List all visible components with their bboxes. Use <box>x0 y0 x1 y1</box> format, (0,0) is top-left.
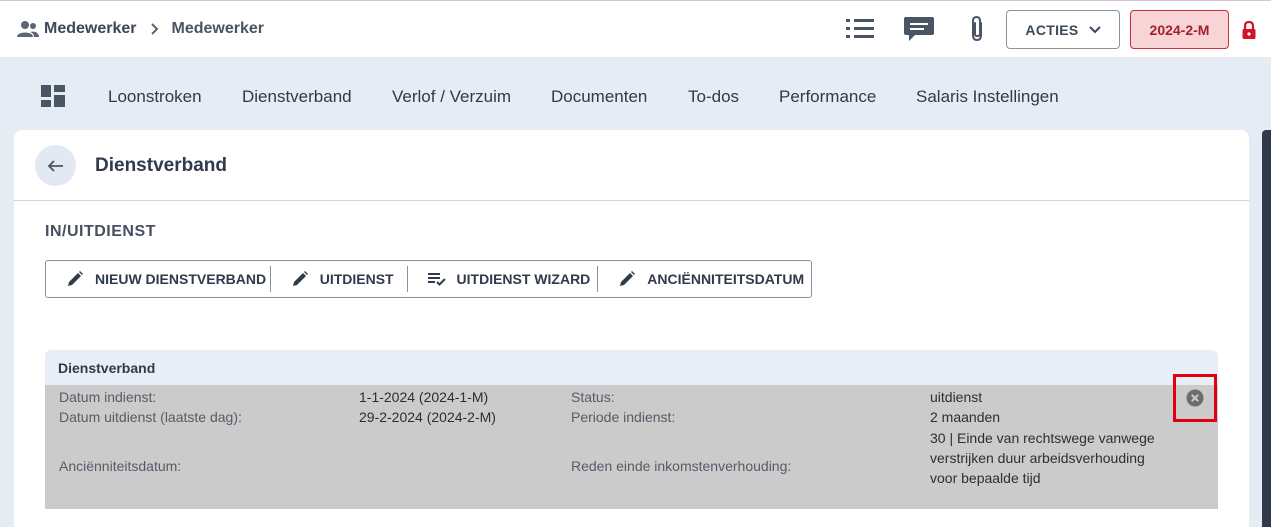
breadcrumb: Medewerker Medewerker <box>16 19 264 39</box>
datum-indienst-label: Datum indienst: <box>59 389 157 405</box>
tab-verlof-verzuim[interactable]: Verlof / Verzuim <box>392 87 511 107</box>
nieuw-dienstverband-button[interactable]: NIEUW DIENSTVERBAND <box>46 261 270 297</box>
anciennititeitsdatum-label: ANCIËNNITEITSDATUM <box>647 271 805 287</box>
nieuw-dienstverband-label: NIEUW DIENSTVERBAND <box>95 271 267 287</box>
uitdienst-wizard-button[interactable]: UITDIENST WIZARD <box>408 261 598 297</box>
uitdienst-label: UITDIENST <box>319 271 394 287</box>
dashboard-icon[interactable] <box>41 85 65 107</box>
chat-icon[interactable] <box>903 15 935 43</box>
remove-circle-icon[interactable] <box>1186 389 1204 407</box>
chevron-down-icon <box>1088 25 1101 33</box>
reden-einde-label: Reden einde inkomstenverhouding: <box>571 458 792 474</box>
panel-header: Dienstverband <box>45 350 1218 385</box>
action-button-group: NIEUW DIENSTVERBAND UITDIENST UITDIENST … <box>45 260 812 298</box>
content-card: Dienstverband IN/UITDIENST NIEUW DIENSTV… <box>14 130 1249 527</box>
divider <box>14 200 1249 201</box>
tab-dienstverband[interactable]: Dienstverband <box>242 87 352 107</box>
tab-loonstroken[interactable]: Loonstroken <box>108 87 202 107</box>
remove-highlight-box[interactable] <box>1173 374 1217 422</box>
scrollbar[interactable] <box>1262 130 1271 527</box>
tab-documenten[interactable]: Documenten <box>551 87 647 107</box>
tab-bar: Loonstroken Dienstverband Verlof / Verzu… <box>0 57 1271 130</box>
periode-indienst-label: Periode indienst: <box>571 409 676 425</box>
arrow-left-icon <box>47 159 63 172</box>
pencil-icon <box>292 271 308 286</box>
anciennititeitsdatum-label: Anciënniteitsdatum: <box>59 458 182 474</box>
section-title: IN/UITDIENST <box>45 223 156 240</box>
anciennititeitsdatum-button[interactable]: ANCIËNNITEITSDATUM <box>598 261 811 297</box>
status-value: uitdienst <box>930 389 983 405</box>
datum-uitdienst-value: 29-2-2024 (2024-2-M) <box>359 409 496 425</box>
dienstverband-row: Datum indienst: 1-1-2024 (2024-1-M) Datu… <box>45 385 1218 509</box>
breadcrumb-root[interactable]: Medewerker <box>44 20 137 38</box>
status-label: Status: <box>571 389 615 405</box>
list-icon[interactable] <box>845 17 875 41</box>
paperclip-icon[interactable] <box>967 15 987 43</box>
tab-performance[interactable]: Performance <box>779 87 876 107</box>
periode-indienst-value: 2 maanden <box>930 409 1001 425</box>
datum-indienst-value: 1-1-2024 (2024-1-M) <box>359 389 489 405</box>
uitdienst-button[interactable]: UITDIENST <box>271 261 407 297</box>
period-button[interactable]: 2024-2-M <box>1130 10 1229 49</box>
users-icon <box>17 21 39 37</box>
period-label: 2024-2-M <box>1149 21 1210 38</box>
pencil-icon <box>68 271 83 286</box>
acties-button[interactable]: ACTIES <box>1006 10 1120 49</box>
tab-todos[interactable]: To-dos <box>688 87 739 107</box>
uitdienst-wizard-label: UITDIENST WIZARD <box>456 271 591 287</box>
acties-label: ACTIES <box>1025 21 1079 38</box>
checklist-icon <box>427 273 446 286</box>
breadcrumb-current: Medewerker <box>171 20 265 37</box>
reden-einde-value: 30 | Einde van rechtswege vanwege verstr… <box>930 430 1155 486</box>
chevron-right-icon <box>150 23 158 35</box>
page-title: Dienstverband <box>95 155 227 176</box>
back-button[interactable] <box>35 145 76 186</box>
tab-salaris-instellingen[interactable]: Salaris Instellingen <box>916 87 1059 107</box>
lock-icon[interactable] <box>1241 20 1257 40</box>
top-bar: Medewerker Medewerker ACTIES 2024-2-M <box>0 0 1271 57</box>
pencil-icon <box>620 271 636 286</box>
datum-uitdienst-label: Datum uitdienst (laatste dag): <box>59 409 242 425</box>
